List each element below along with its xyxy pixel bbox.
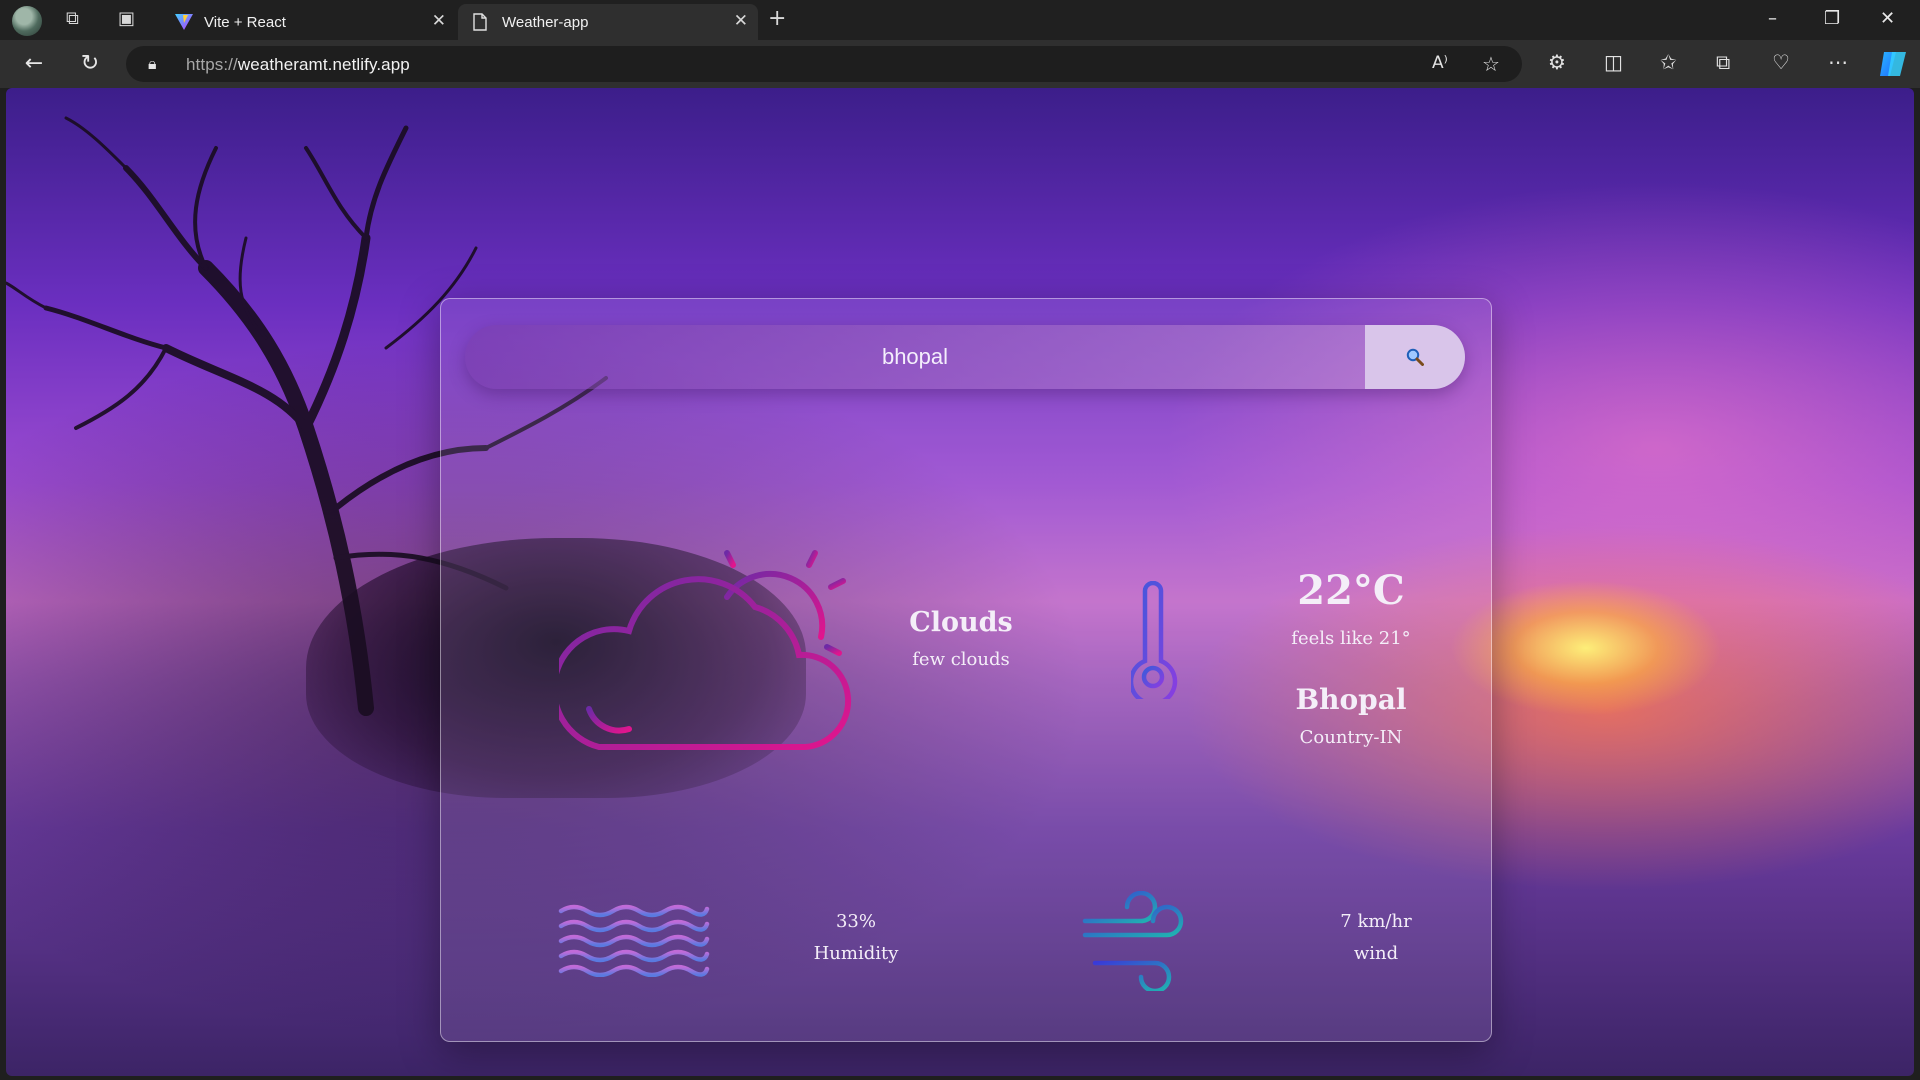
humidity-value: 33% bbox=[835, 911, 876, 932]
lock-icon[interactable]: 🔒︎ bbox=[148, 54, 157, 74]
tab-weather-app[interactable]: Weather-app ✕ bbox=[458, 4, 758, 40]
more-menu-icon[interactable]: ⋯ bbox=[1828, 52, 1848, 72]
humidity-label: Humidity bbox=[813, 943, 899, 964]
close-tab-icon[interactable]: ✕ bbox=[432, 11, 446, 31]
split-screen-icon[interactable]: ◫ bbox=[1604, 52, 1623, 72]
close-window-icon[interactable]: ✕ bbox=[1880, 8, 1895, 29]
vertical-tabs-icon[interactable]: ▣ bbox=[118, 10, 135, 28]
profile-avatar[interactable] bbox=[12, 6, 42, 36]
favorite-star-icon[interactable]: ☆ bbox=[1482, 54, 1500, 74]
copilot-icon[interactable] bbox=[1878, 50, 1908, 78]
extensions-icon[interactable]: ⚙ bbox=[1548, 52, 1566, 72]
temperature: 22°C bbox=[1297, 567, 1405, 614]
weather-description: few clouds bbox=[912, 649, 1010, 670]
url-host: weatheramt.netlify.app bbox=[237, 55, 410, 74]
read-aloud-icon[interactable]: A⁾ bbox=[1432, 55, 1448, 72]
tab-vite-react[interactable]: Vite + React ✕ bbox=[160, 4, 456, 40]
restore-icon[interactable]: ❐ bbox=[1824, 8, 1840, 29]
wind-label: wind bbox=[1353, 943, 1399, 964]
url-text[interactable]: https://weatheramt.netlify.app bbox=[186, 55, 410, 75]
collections-icon[interactable]: ⧉ bbox=[1716, 52, 1730, 72]
search-button[interactable] bbox=[1365, 325, 1465, 389]
new-tab-icon[interactable]: + bbox=[768, 8, 786, 30]
minimize-icon[interactable]: – bbox=[1768, 8, 1777, 29]
workspaces-icon[interactable]: ⧉ bbox=[66, 10, 79, 28]
url-scheme: https:// bbox=[186, 55, 238, 74]
search-icon bbox=[1406, 348, 1424, 366]
favorites-icon[interactable]: ✩ bbox=[1660, 52, 1677, 72]
tab-title: Weather-app bbox=[502, 14, 589, 31]
page-icon bbox=[473, 13, 487, 31]
wind-value: 7 km/hr bbox=[1340, 911, 1412, 932]
tab-title: Vite + React bbox=[204, 14, 286, 31]
city-name: Bhopal bbox=[1295, 683, 1407, 716]
thermometer-icon bbox=[1131, 581, 1186, 699]
browser-tab-bar: ⧉ ▣ Vite + React ✕ Weather-app ✕ + – ❐ ✕ bbox=[0, 0, 1920, 40]
close-tab-icon[interactable]: ✕ bbox=[734, 11, 748, 31]
back-arrow-icon[interactable]: ← bbox=[20, 50, 48, 78]
search-bar bbox=[465, 325, 1465, 389]
feels-like: feels like 21° bbox=[1291, 628, 1411, 649]
page-background: Clouds few clouds 22°C feels like 21° bbox=[6, 88, 1914, 1076]
browser-essentials-icon[interactable]: ♡ bbox=[1772, 52, 1790, 72]
address-bar[interactable]: 🔒︎ https://weatheramt.netlify.app A⁾ ☆ bbox=[126, 46, 1522, 82]
weather-card: Clouds few clouds 22°C feels like 21° bbox=[440, 298, 1492, 1042]
refresh-icon[interactable]: ↻ bbox=[76, 50, 104, 78]
humidity-waves-icon bbox=[558, 904, 710, 977]
vite-logo-icon bbox=[175, 14, 193, 30]
wind-icon bbox=[1082, 891, 1184, 991]
country-code: Country-IN bbox=[1299, 727, 1403, 748]
city-search-input[interactable] bbox=[465, 325, 1365, 389]
weather-main: Clouds bbox=[909, 607, 1013, 638]
browser-toolbar: ← ↻ 🔒︎ https://weatheramt.netlify.app A⁾… bbox=[0, 40, 1920, 88]
partly-cloudy-icon bbox=[559, 538, 852, 750]
